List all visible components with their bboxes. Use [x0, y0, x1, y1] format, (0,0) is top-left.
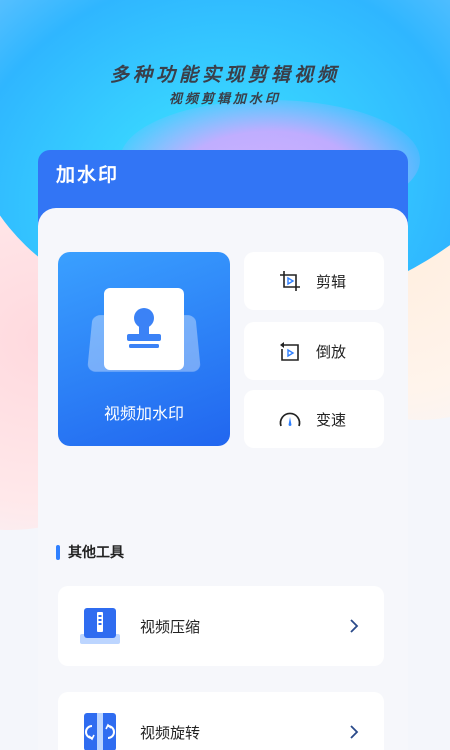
- speedometer-icon: [278, 407, 302, 431]
- reverse-button[interactable]: 倒放: [244, 322, 384, 380]
- subheadline: 视频剪辑加水印: [168, 92, 281, 107]
- video-watermark-button[interactable]: 视频加水印: [58, 252, 230, 446]
- video-rotate-label: 视频旋转: [140, 723, 201, 742]
- stamp-icon: [87, 288, 201, 380]
- speed-label: 变速: [316, 410, 347, 429]
- headline: 多种功能实现剪辑视频: [109, 64, 340, 86]
- other-tools-heading: 其他工具: [56, 542, 124, 562]
- chevron-right-icon: [346, 618, 362, 634]
- panel-title: 加水印: [56, 164, 120, 186]
- other-tools-title: 其他工具: [68, 545, 124, 561]
- panel-body: 视频加水印 剪辑 倒放 变速 其他工具 视频压缩 视频旋转: [38, 208, 408, 750]
- crop-play-icon: [278, 269, 302, 293]
- cut-button[interactable]: 剪辑: [244, 252, 384, 310]
- cut-label: 剪辑: [316, 272, 347, 291]
- video-compress-label: 视频压缩: [140, 617, 201, 636]
- speed-button[interactable]: 变速: [244, 390, 384, 448]
- video-compress-item[interactable]: 视频压缩: [58, 586, 384, 666]
- reverse-label: 倒放: [316, 342, 347, 361]
- main-panel: 加水印 视频加水印 剪辑 倒放 变速 其他工具 视频压缩 视频旋转: [38, 150, 408, 750]
- section-accent-bar: [56, 544, 60, 560]
- video-rotate-item[interactable]: 视频旋转: [58, 692, 384, 750]
- rewind-play-icon: [278, 339, 302, 363]
- chevron-right-icon: [346, 724, 362, 740]
- rotate-icon: [78, 710, 122, 750]
- video-watermark-label: 视频加水印: [103, 404, 184, 423]
- compress-icon: [78, 604, 122, 648]
